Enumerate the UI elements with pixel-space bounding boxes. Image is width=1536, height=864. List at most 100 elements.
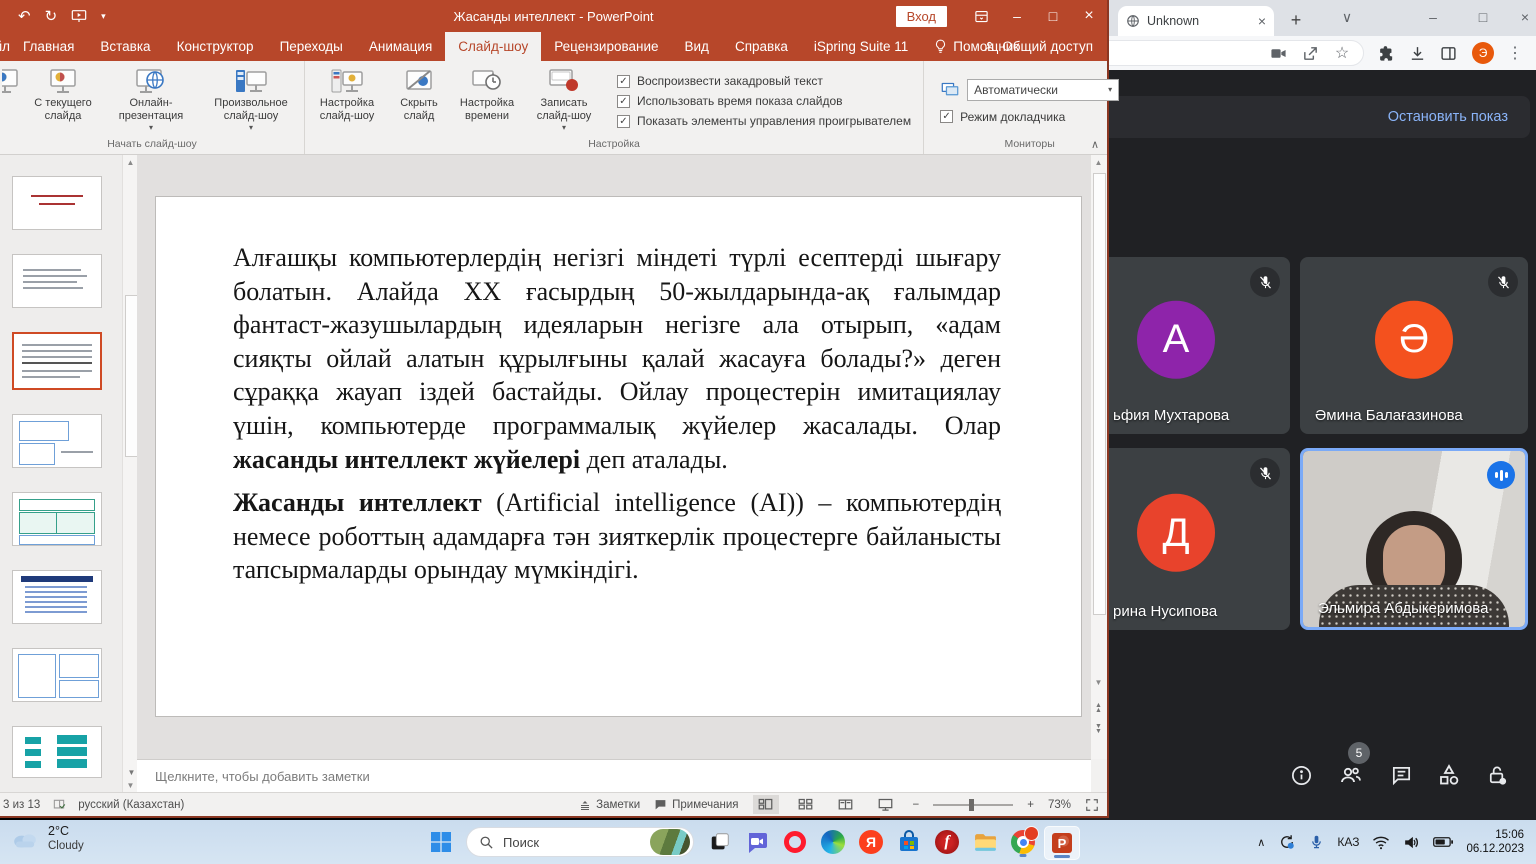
zoom-out-button[interactable]: − bbox=[913, 799, 920, 811]
tab-review[interactable]: Рецензирование bbox=[541, 32, 671, 61]
notes-toggle-button[interactable]: Заметки bbox=[579, 799, 640, 811]
chat-app-icon[interactable] bbox=[740, 826, 774, 858]
wifi-icon[interactable] bbox=[1372, 835, 1390, 850]
search-box[interactable]: Поиск bbox=[466, 827, 694, 857]
download-icon[interactable] bbox=[1408, 44, 1426, 62]
tab-close-icon[interactable]: × bbox=[1258, 13, 1266, 29]
monitor-select[interactable]: Автоматически ▾ bbox=[967, 79, 1119, 101]
opera-browser-icon[interactable] bbox=[778, 826, 812, 858]
maximize-button[interactable]: □ bbox=[1035, 0, 1071, 32]
scroll-up-icon[interactable]: ▲ bbox=[1091, 155, 1106, 170]
undo-icon[interactable]: ↶ bbox=[18, 7, 31, 25]
collapse-ribbon-icon[interactable]: ∧ bbox=[1091, 138, 1099, 151]
close-button[interactable]: × bbox=[1071, 0, 1107, 32]
onedrive-sync-icon[interactable] bbox=[1278, 833, 1296, 851]
slide-thumbnail-1[interactable] bbox=[12, 176, 102, 230]
hide-slide-button[interactable]: Скрыть слайд bbox=[387, 65, 451, 137]
participant-tile-active-speaker[interactable]: Эльмира Абдыкеримова bbox=[1300, 448, 1528, 630]
browser-close-button[interactable]: × bbox=[1508, 4, 1536, 30]
reading-view-button[interactable] bbox=[833, 795, 859, 814]
from-beginning-button[interactable] bbox=[2, 65, 24, 137]
next-slide-button[interactable]: ▼▼ bbox=[1091, 721, 1106, 736]
signin-button[interactable]: Вход bbox=[896, 6, 947, 27]
share-icon[interactable] bbox=[1301, 44, 1319, 62]
stop-presenting-button[interactable]: Остановить показ bbox=[1388, 109, 1508, 125]
zoom-slider-thumb[interactable] bbox=[969, 799, 974, 811]
microphone-active-icon[interactable] bbox=[1309, 834, 1324, 850]
slide-canvas[interactable]: Алғашқы компьютерлердің негізгі міндеті … bbox=[155, 196, 1082, 717]
use-timings-checkbox[interactable]: ✓ Использовать время показа слайдов bbox=[617, 94, 911, 108]
custom-slideshow-button[interactable]: Произвольное слайд-шоу ▾ bbox=[200, 65, 302, 137]
comments-toggle-button[interactable]: Примечания bbox=[654, 798, 738, 811]
tray-overflow-icon[interactable]: ∧ bbox=[1257, 836, 1265, 849]
slide-sorter-view-button[interactable] bbox=[793, 795, 819, 814]
from-current-slide-button[interactable]: С текущего слайда bbox=[24, 65, 102, 137]
slide-thumbnail-6[interactable] bbox=[12, 570, 102, 624]
slide-thumbnail-3-selected[interactable] bbox=[12, 332, 102, 390]
clock[interactable]: 15:06 06.12.2023 bbox=[1466, 828, 1524, 856]
weather-widget[interactable]: 2°C Cloudy bbox=[10, 824, 84, 853]
browser-menu-icon[interactable]: ⋮ bbox=[1506, 44, 1524, 62]
microsoft-store-icon[interactable] bbox=[892, 826, 926, 858]
tab-transitions[interactable]: Переходы bbox=[267, 32, 356, 61]
online-presentation-button[interactable]: Онлайн-презентация ▾ bbox=[102, 65, 200, 137]
volume-icon[interactable] bbox=[1403, 835, 1420, 850]
powerpoint-taskbar-icon-active[interactable]: P bbox=[1044, 826, 1080, 860]
participants-panel-icon[interactable]: 5 bbox=[1338, 762, 1364, 788]
presenter-view-checkbox[interactable]: ✓ Режим докладчика bbox=[940, 110, 1119, 124]
redo-icon[interactable]: ↻ bbox=[45, 7, 58, 25]
side-panel-icon[interactable] bbox=[1439, 44, 1457, 62]
flash-player-icon[interactable]: f bbox=[930, 826, 964, 858]
slide-scrollbar[interactable]: ▲ ▼ ▲▲ ▼▼ bbox=[1090, 155, 1107, 759]
record-slideshow-button[interactable]: Записать слайд-шоу ▾ bbox=[523, 65, 605, 137]
notes-collapse-icon[interactable]: ▼ bbox=[124, 765, 139, 780]
scroll-up-icon[interactable]: ▲ bbox=[123, 155, 138, 170]
zoom-in-button[interactable]: + bbox=[1027, 799, 1034, 811]
slideshow-view-button[interactable] bbox=[873, 795, 899, 814]
tab-slideshow[interactable]: Слайд-шоу bbox=[445, 32, 541, 61]
scroll-down-icon[interactable]: ▼ bbox=[1091, 675, 1106, 690]
tab-insert[interactable]: Вставка bbox=[87, 32, 163, 61]
qat-customize-icon[interactable]: ▾ bbox=[101, 11, 106, 22]
edge-browser-icon[interactable] bbox=[816, 826, 850, 858]
tab-animations[interactable]: Анимация bbox=[356, 32, 445, 61]
search-highlight-image[interactable] bbox=[650, 829, 690, 855]
start-slideshow-icon[interactable] bbox=[71, 9, 87, 23]
normal-view-button[interactable] bbox=[753, 795, 779, 814]
notes-pane[interactable]: Щелкните, чтобы добавить заметки bbox=[137, 759, 1091, 794]
slide-thumbnail-2[interactable] bbox=[12, 254, 102, 308]
zoom-slider[interactable] bbox=[933, 804, 1013, 806]
participant-tile[interactable]: Ә Әмина Балағазинова bbox=[1300, 257, 1528, 434]
tab-search-icon[interactable]: ∨ bbox=[1330, 4, 1364, 30]
zoom-level[interactable]: 73% bbox=[1048, 799, 1071, 811]
activities-icon[interactable] bbox=[1436, 762, 1462, 788]
previous-slide-button[interactable]: ▲▲ bbox=[1091, 700, 1106, 715]
minimize-button[interactable]: – bbox=[999, 0, 1035, 32]
ribbon-display-options-icon[interactable] bbox=[963, 0, 999, 32]
scroll-down-icon[interactable]: ▼ bbox=[123, 778, 138, 793]
setup-slideshow-button[interactable]: Настройка слайд-шоу bbox=[307, 65, 387, 137]
fit-slide-to-window-icon[interactable] bbox=[1085, 798, 1099, 812]
battery-icon[interactable] bbox=[1433, 836, 1453, 848]
tab-ispring[interactable]: iSpring Suite 11 bbox=[801, 32, 921, 61]
start-button[interactable] bbox=[424, 826, 458, 858]
tab-design[interactable]: Конструктор bbox=[164, 32, 267, 61]
rehearse-timings-button[interactable]: Настройка времени bbox=[451, 65, 523, 137]
keyboard-language[interactable]: КАЗ bbox=[1337, 835, 1359, 849]
tab-home[interactable]: Главная bbox=[10, 32, 87, 61]
slide-thumbnail-8[interactable] bbox=[12, 726, 102, 778]
chat-panel-icon[interactable] bbox=[1388, 762, 1414, 788]
browser-minimize-button[interactable]: – bbox=[1416, 4, 1450, 30]
profile-avatar[interactable]: Э bbox=[1472, 42, 1494, 64]
play-narrations-checkbox[interactable]: ✓ Воспроизвести закадровый текст bbox=[617, 74, 911, 88]
show-media-controls-checkbox[interactable]: ✓ Показать элементы управления проигрыва… bbox=[617, 114, 911, 128]
spellcheck-icon[interactable] bbox=[52, 798, 66, 812]
browser-maximize-button[interactable]: □ bbox=[1466, 4, 1500, 30]
slide-thumbnail-7[interactable] bbox=[12, 648, 102, 702]
chrome-browser-icon[interactable] bbox=[1006, 826, 1040, 858]
meeting-details-icon[interactable] bbox=[1288, 762, 1314, 788]
browser-tab[interactable]: Unknown × bbox=[1118, 6, 1274, 36]
yandex-browser-icon[interactable]: Я bbox=[854, 826, 888, 858]
new-tab-button[interactable]: + bbox=[1284, 10, 1308, 31]
slide-thumbnail-5[interactable] bbox=[12, 492, 102, 546]
